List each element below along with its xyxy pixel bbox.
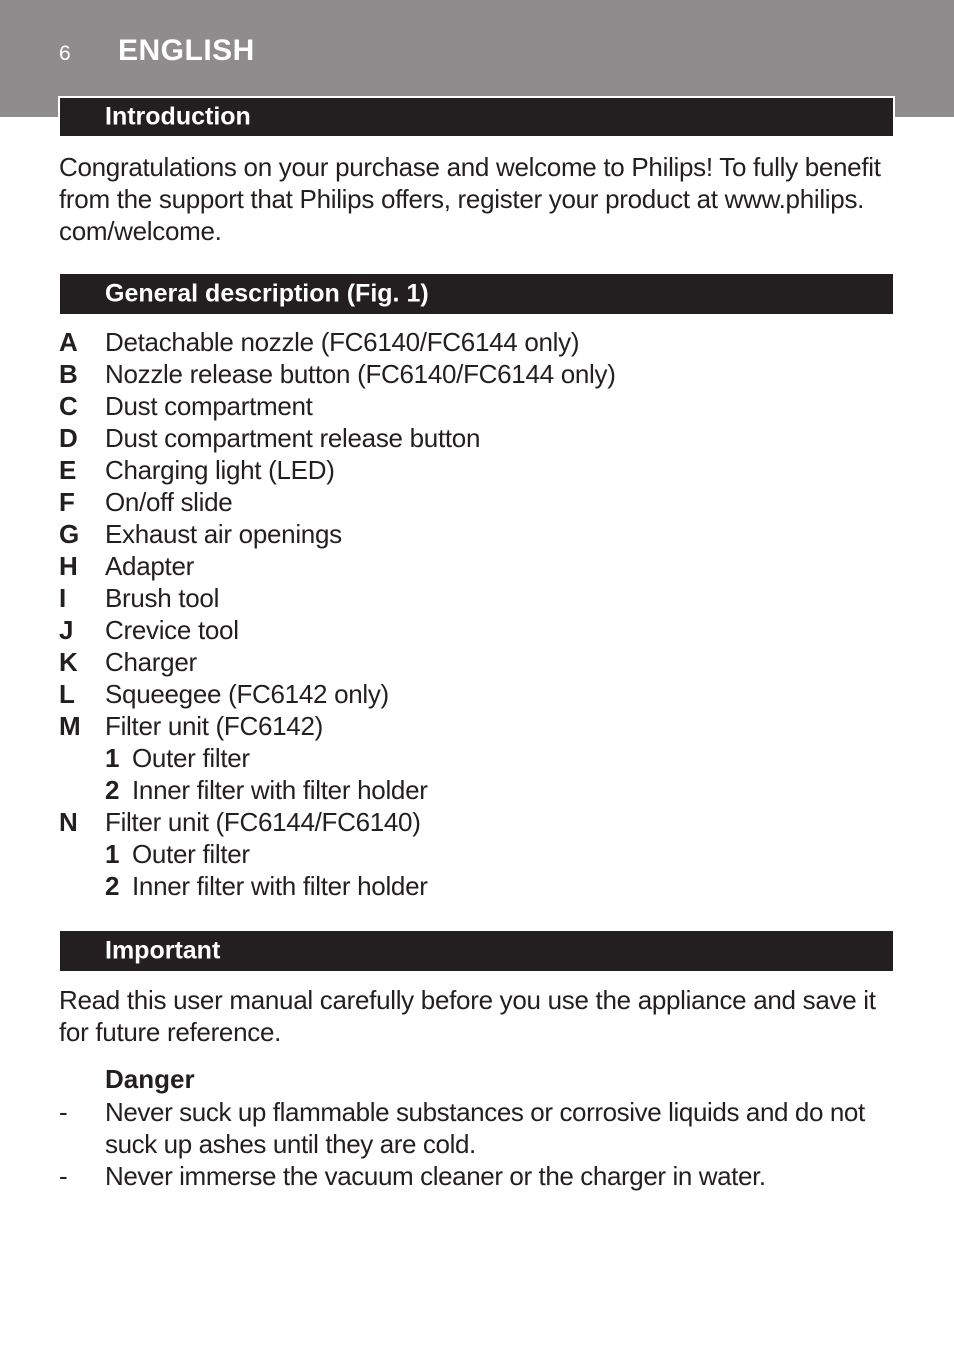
list-item: K Charger: [59, 646, 899, 678]
item-letter: C: [59, 391, 78, 421]
list-item: L Squeegee (FC6142 only): [59, 678, 899, 710]
item-text: Squeegee (FC6142 only): [105, 679, 389, 709]
list-item: M Filter unit (FC6142): [59, 710, 899, 742]
item-text: On/off slide: [105, 487, 233, 517]
section-bar-introduction: Introduction: [58, 96, 895, 138]
text-line: Never immerse the vacuum cleaner or the …: [105, 1161, 766, 1191]
item-text: Crevice tool: [105, 615, 239, 645]
item-letter: I: [59, 583, 67, 613]
list-item: C Dust compartment: [59, 390, 899, 422]
item-text: Filter unit (FC6144/FC6140): [105, 807, 421, 837]
sub-item-number: 1: [105, 839, 120, 869]
parts-list: A Detachable nozzle (FC6140/FC6144 only) …: [59, 326, 899, 902]
item-letter: D: [59, 423, 78, 453]
item-text: Dust compartment: [105, 391, 313, 421]
list-item: D Dust compartment release button: [59, 422, 899, 454]
item-text: Charging light (LED): [105, 455, 335, 485]
item-letter: E: [59, 455, 77, 485]
item-letter: F: [59, 487, 75, 517]
item-text: Dust compartment release button: [105, 423, 481, 453]
sub-list-item: 2 Inner filter with filter holder: [59, 870, 899, 902]
text-line: for future reference.: [59, 1017, 282, 1047]
text-line: Never suck up flammable substances or co…: [105, 1097, 865, 1127]
sub-list-item: 1 Outer filter: [59, 838, 899, 870]
list-item: B Nozzle release button (FC6140/FC6144 on…: [59, 358, 899, 390]
section-title: Important: [105, 936, 221, 965]
list-item: J Crevice tool: [59, 614, 899, 646]
item-letter: K: [59, 647, 78, 677]
page-number: 6: [59, 42, 71, 65]
sub-item-number: 2: [105, 775, 120, 805]
item-letter: L: [59, 679, 75, 709]
text-line: Congratulations on your purchase and wel…: [59, 152, 881, 182]
section-bar-important: Important: [60, 931, 893, 971]
list-item: F On/off slide: [59, 486, 899, 518]
list-item: A Detachable nozzle (FC6140/FC6144 only): [59, 326, 899, 358]
important-paragraph: Read this user manual carefully before y…: [59, 984, 899, 1048]
text-line: from the support that Philips offers, re…: [59, 184, 865, 214]
sub-list-item: 2 Inner filter with filter holder: [59, 774, 899, 806]
item-text: Brush tool: [105, 583, 220, 613]
item-text: Exhaust air openings: [105, 519, 342, 549]
bullet-item: - Never immerse the vacuum cleaner or th…: [59, 1160, 899, 1192]
list-item: H Adapter: [59, 550, 899, 582]
item-letter: J: [59, 615, 74, 645]
danger-heading: Danger: [105, 1064, 195, 1094]
item-letter: N: [59, 807, 78, 837]
dash-bullet-icon: -: [59, 1161, 68, 1191]
section-title: General description (Fig. 1): [105, 279, 429, 308]
sub-list-item: 1 Outer filter: [59, 742, 899, 774]
item-letter: H: [59, 551, 78, 581]
item-text: Nozzle release button (FC6140/FC6144 onl…: [105, 359, 616, 389]
sub-item-text: Outer filter: [132, 743, 250, 773]
text-line: com/welcome.: [59, 216, 222, 246]
item-letter: M: [59, 711, 81, 741]
item-text: Detachable nozzle (FC6140/FC6144 only): [105, 327, 580, 357]
list-item: I Brush tool: [59, 582, 899, 614]
list-item: E Charging light (LED): [59, 454, 899, 486]
list-item: G Exhaust air openings: [59, 518, 899, 550]
text-line: suck up ashes until they are cold.: [105, 1129, 476, 1159]
list-item: N Filter unit (FC6144/FC6140): [59, 806, 899, 838]
language-title: ENGLISH: [118, 34, 255, 67]
danger-bullet-list: - Never suck up flammable substances or …: [59, 1096, 899, 1192]
item-letter: B: [59, 359, 78, 389]
sub-item-number: 1: [105, 743, 120, 773]
text-line: Read this user manual carefully before y…: [59, 985, 876, 1015]
item-text: Filter unit (FC6142): [105, 711, 323, 741]
item-letter: G: [59, 519, 80, 549]
item-letter: A: [59, 327, 78, 357]
section-title: Introduction: [105, 102, 251, 131]
dash-bullet-icon: -: [59, 1097, 68, 1127]
introduction-paragraph: Congratulations on your purchase and wel…: [59, 151, 899, 247]
section-bar-general-description: General description (Fig. 1): [60, 274, 893, 314]
bullet-item: - Never suck up flammable substances or …: [59, 1096, 899, 1160]
item-text: Charger: [105, 647, 197, 677]
item-text: Adapter: [105, 551, 194, 581]
sub-item-text: Outer filter: [132, 839, 250, 869]
sub-item-text: Inner filter with filter holder: [132, 871, 428, 901]
sub-item-number: 2: [105, 871, 120, 901]
sub-item-text: Inner filter with filter holder: [132, 775, 428, 805]
